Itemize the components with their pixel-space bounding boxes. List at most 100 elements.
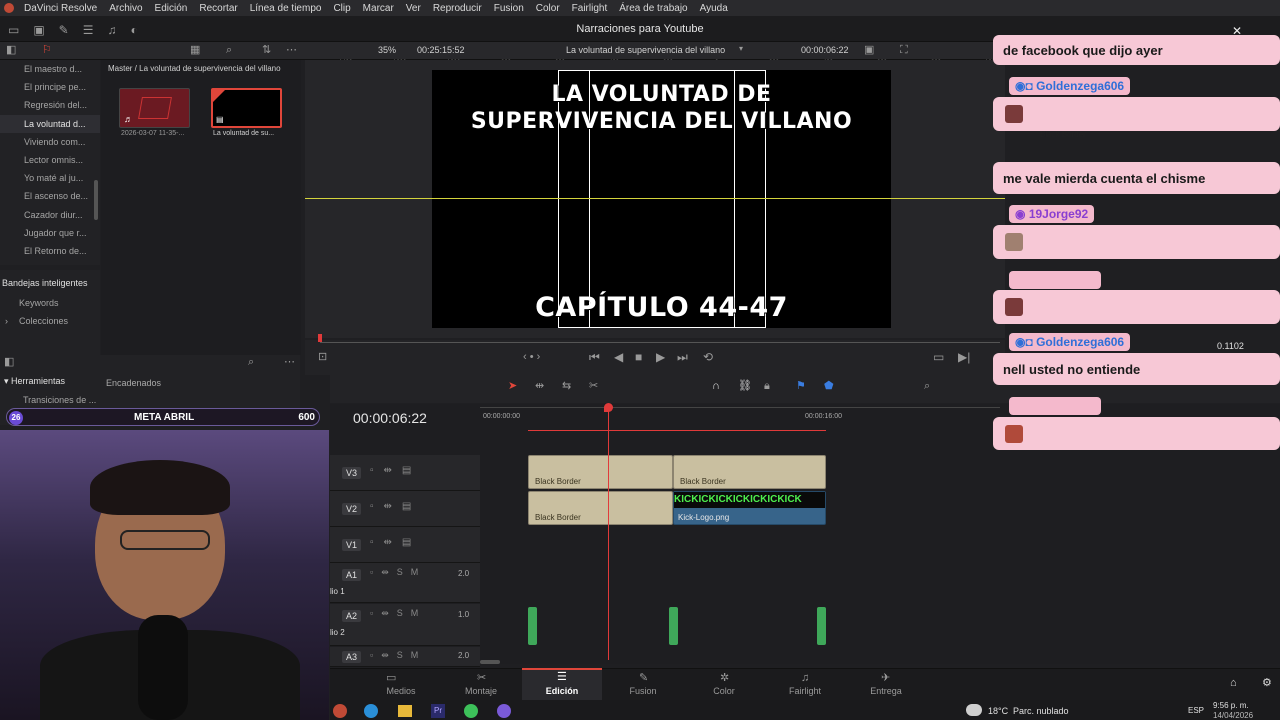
page-medios[interactable]: Medios <box>361 686 441 696</box>
flag-icon[interactable]: ⚐ <box>42 45 52 56</box>
page-color[interactable]: Color <box>684 686 764 696</box>
timeline-ruler[interactable] <box>480 404 1000 408</box>
weather-temp[interactable]: 18°C <box>988 706 1008 716</box>
go-to-start-icon[interactable]: ⏮ <box>589 351 600 363</box>
herramientas-label[interactable]: ▾ Herramientas <box>4 376 65 387</box>
chevron-down-icon[interactable]: ▾ <box>739 45 743 53</box>
menu-clip[interactable]: Clip <box>327 3 356 14</box>
grid-view-icon[interactable]: ▦ <box>190 45 200 56</box>
menu-color[interactable]: Color <box>530 3 566 14</box>
search-icon[interactable]: ⌕ <box>226 45 232 56</box>
bin-item[interactable]: Yo maté al ju... <box>0 169 100 187</box>
media-thumb-recording[interactable]: ♬ <box>119 88 190 128</box>
menu-linea-tiempo[interactable]: Línea de tiempo <box>244 3 328 14</box>
track-header-a2[interactable]: A2 ▫⇹SM 1.0 lio 2 <box>330 604 480 646</box>
davinci-taskbar-icon[interactable] <box>333 704 347 718</box>
viewer-scrubber[interactable] <box>320 342 1000 343</box>
page-entrega[interactable]: Entrega <box>846 686 926 696</box>
flag-blue-icon[interactable]: ⚑ <box>796 381 806 392</box>
track-controls-v3[interactable]: ▫⇹▤ <box>370 465 421 476</box>
lock-icon[interactable]: 🔒︎ <box>764 381 770 392</box>
track-header-v3[interactable]: V3 ▫⇹▤ <box>330 455 480 491</box>
snapping-icon[interactable]: ∩ <box>712 381 720 392</box>
obs-taskbar-icon[interactable] <box>497 704 511 718</box>
loop-icon[interactable]: ⟲ <box>703 351 713 363</box>
panel-toggle-icon[interactable]: ◧ <box>6 45 16 56</box>
breadcrumb[interactable]: Master / La voluntad de supervivencia de… <box>108 64 281 73</box>
menu-reproducir[interactable]: Reproducir <box>427 3 488 14</box>
effects-search-icon[interactable]: ⌕ <box>248 357 254 368</box>
jog-icon[interactable]: ‹ • › <box>523 352 540 363</box>
play-reverse-icon[interactable]: ◀ <box>614 351 623 363</box>
bin-item[interactable]: La voluntad d... <box>0 114 100 133</box>
track-header-v2[interactable]: V2 ▫⇹▤ <box>330 491 480 527</box>
edge-taskbar-icon[interactable] <box>364 704 378 718</box>
explorer-taskbar-icon[interactable] <box>398 705 412 717</box>
stop-icon[interactable]: ■ <box>635 351 642 363</box>
bin-item[interactable]: Jugador que r... <box>0 224 100 242</box>
close-icon[interactable]: ✕ <box>1232 24 1242 38</box>
track-controls-a1[interactable]: ▫⇹SM <box>370 567 426 578</box>
menu-area-trabajo[interactable]: Área de trabajo <box>613 3 693 14</box>
track-controls-a2[interactable]: ▫⇹SM <box>370 608 426 619</box>
weather-desc[interactable]: Parc. nublado <box>1013 706 1069 716</box>
viewer-size-icon[interactable]: ⊡ <box>318 352 327 363</box>
viewer-playhead[interactable] <box>318 334 322 342</box>
zoom-icon[interactable]: ⌕ <box>924 381 930 392</box>
track-header-a3[interactable]: A3 ▫⇹SM 2.0 <box>330 647 480 667</box>
trim-tool-icon[interactable]: ⇹ <box>535 381 544 392</box>
timeline-name[interactable]: La voluntad de supervivencia del villano <box>566 45 725 55</box>
menu-archivo[interactable]: Archivo <box>103 3 148 14</box>
media-thumb-timeline[interactable]: ▤ <box>211 88 282 128</box>
timeline-hscrollbar[interactable] <box>480 660 500 664</box>
clip-v3-black-border-1[interactable]: Black Border <box>528 455 673 489</box>
clip-v2-black-border[interactable]: Black Border <box>528 491 673 525</box>
viewer-frame[interactable]: LA VOLUNTAD DE SUPERVIVENCIA DEL VILLANO… <box>432 70 891 328</box>
chevron-right-icon[interactable]: › <box>5 316 8 326</box>
clip-v2-kick-logo[interactable]: KICKICKICKICKICKICKICK Kick-Logo.png <box>673 491 826 525</box>
menu-recortar[interactable]: Recortar <box>193 3 243 14</box>
sort-icon[interactable]: ⇅ <box>262 45 271 56</box>
link-icon[interactable]: ⛓ <box>738 381 752 392</box>
track-header-a1[interactable]: A1 ▫⇹SM 2.0 lio 1 <box>330 563 480 603</box>
transiciones-item[interactable]: Transiciones de ... <box>23 395 96 405</box>
menu-marcar[interactable]: Marcar <box>357 3 400 14</box>
bin-item[interactable]: El ascenso de... <box>0 187 100 205</box>
clock-time[interactable]: 9:56 p. m. <box>1213 701 1249 710</box>
next-frame-icon[interactable]: ▶| <box>958 351 970 363</box>
bin-item[interactable]: Cazador diur... <box>0 206 100 224</box>
page-edicion[interactable]: Edición <box>522 686 602 696</box>
bin-item[interactable]: Lector omnis... <box>0 151 100 169</box>
track-controls-v1[interactable]: ▫⇹▤ <box>370 537 421 548</box>
premiere-taskbar-icon[interactable]: Pr <box>431 704 445 718</box>
menu-fairlight[interactable]: Fairlight <box>566 3 614 14</box>
menu-app[interactable]: DaVinci Resolve <box>18 3 103 14</box>
clock-date[interactable]: 14/04/2026 <box>1213 711 1253 720</box>
smart-bin-keywords[interactable]: Keywords <box>19 298 59 308</box>
dynamic-trim-icon[interactable]: ⇆ <box>562 381 571 392</box>
page-fusion[interactable]: Fusion <box>603 686 683 696</box>
more-options-icon[interactable]: ⋯ <box>286 45 297 56</box>
clip-v3-black-border-2[interactable]: Black Border <box>673 455 826 489</box>
blade-tool-icon[interactable]: ✂ <box>589 381 598 392</box>
inspector-value[interactable]: 0.1102 <box>1217 341 1244 351</box>
play-icon[interactable]: ▶ <box>656 351 665 363</box>
track-controls-a3[interactable]: ▫⇹SM <box>370 650 426 661</box>
page-montaje[interactable]: Montaje <box>441 686 521 696</box>
effects-more-icon[interactable]: ⋯ <box>284 357 295 368</box>
zoom-level[interactable]: 35% <box>378 45 396 55</box>
match-frame-icon[interactable]: ▭ <box>933 351 944 363</box>
bin-item[interactable]: Viviendo com... <box>0 133 100 151</box>
bin-item[interactable]: El Retorno de... <box>0 242 100 260</box>
menu-edicion[interactable]: Edición <box>149 3 194 14</box>
smart-bin-colecciones[interactable]: Colecciones <box>19 316 68 326</box>
track-header-v1[interactable]: V1 ▫⇹▤ <box>330 527 480 563</box>
bin-item[interactable]: El principe pe... <box>0 78 100 96</box>
whatsapp-taskbar-icon[interactable] <box>464 704 478 718</box>
home-icon[interactable]: ⌂ <box>1230 678 1237 689</box>
viewer-mode-icon[interactable]: ▣ <box>864 45 874 56</box>
page-fairlight[interactable]: Fairlight <box>765 686 845 696</box>
fullscreen-icon[interactable]: ⛶ <box>900 45 908 56</box>
audio-clip-2[interactable] <box>669 607 678 645</box>
menu-ver[interactable]: Ver <box>400 3 427 14</box>
